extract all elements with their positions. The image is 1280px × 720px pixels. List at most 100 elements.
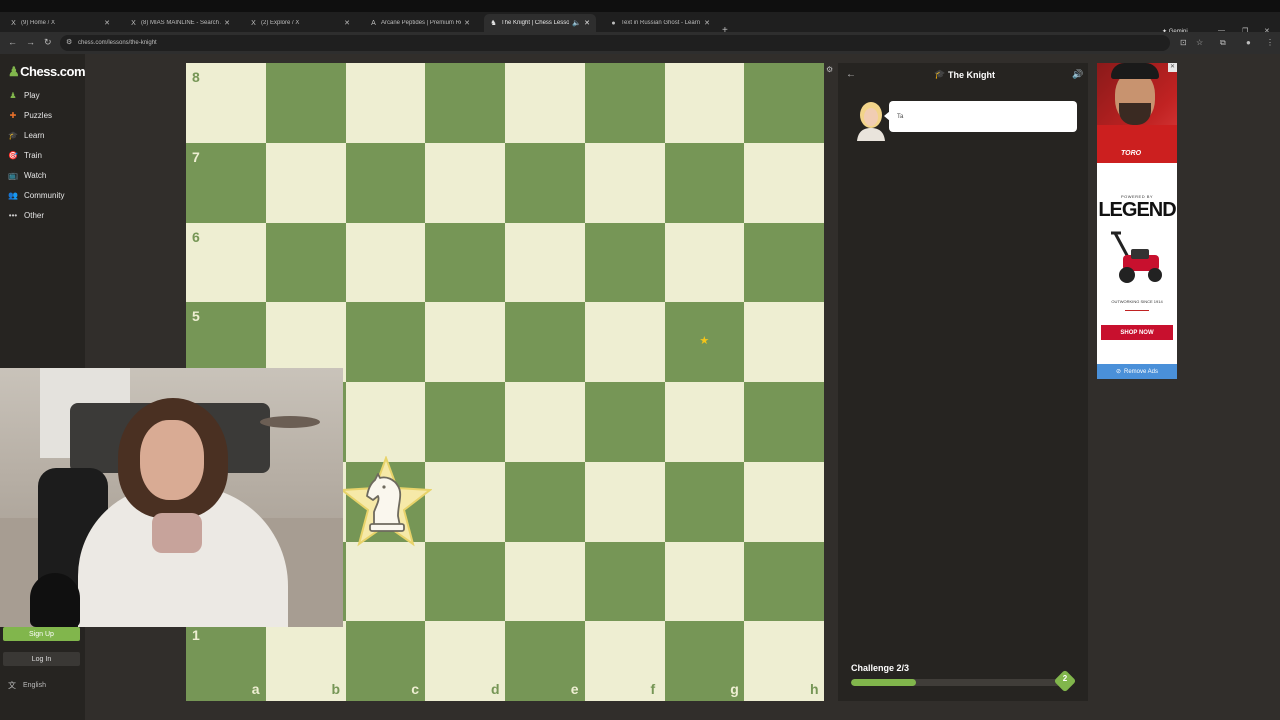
log-in-button[interactable]: Log In <box>3 652 80 666</box>
advertisement[interactable]: TORO POWERED BY LEGEND OUTWORKING SINCE … <box>1097 63 1177 379</box>
language-selector[interactable]: 文 English <box>8 680 46 691</box>
ad-photo-cap <box>1111 63 1159 79</box>
board-square-f3[interactable] <box>584 461 665 542</box>
board-square-h5[interactable] <box>744 302 824 382</box>
back-icon[interactable]: ← <box>8 37 17 47</box>
sidebar-item-train[interactable]: 🎯 Train <box>8 148 42 162</box>
board-square-e6[interactable] <box>505 222 585 303</box>
board-square-h4[interactable] <box>744 382 824 462</box>
pawn-logo-icon: ♟ <box>8 64 20 79</box>
sign-up-button[interactable]: Sign Up <box>3 627 80 641</box>
browser-tab[interactable]: ♞ The Knight | Chess Lessons 🔈 ✕ <box>484 14 596 32</box>
tab-close-icon[interactable]: ✕ <box>224 19 230 27</box>
board-square-f4[interactable] <box>584 382 665 462</box>
board-settings-icon[interactable]: ⚙ <box>826 65 833 74</box>
board-square-g3[interactable] <box>664 461 745 542</box>
board-square-c4[interactable] <box>345 382 426 462</box>
tab-close-icon[interactable]: ✕ <box>104 19 110 27</box>
board-square-e8[interactable] <box>505 63 585 143</box>
gem-count: 2 <box>1062 674 1068 683</box>
board-square-g8[interactable] <box>664 63 745 143</box>
knight-piece[interactable] <box>340 456 432 548</box>
browser-tab[interactable]: X (8) MIAS MAINLINE - Search / X ✕ <box>124 14 236 32</box>
board-square-h8[interactable] <box>744 63 824 143</box>
board-square-e2[interactable] <box>505 541 585 622</box>
train-icon: 🎯 <box>8 150 18 160</box>
sound-icon[interactable]: 🔊 <box>1072 69 1083 80</box>
webcam-table <box>260 416 320 428</box>
sidebar-item-learn[interactable]: 🎓 Learn <box>8 128 44 142</box>
board-square-d3[interactable] <box>425 461 505 542</box>
tab-close-icon[interactable]: ✕ <box>584 19 590 27</box>
board-square-g6[interactable] <box>664 222 745 303</box>
extensions-icon[interactable]: ⧉ <box>1220 38 1226 48</box>
sidebar-item-play[interactable]: ♟ Play <box>8 88 39 102</box>
board-square-h2[interactable] <box>744 541 824 622</box>
board-square-b6[interactable] <box>265 222 346 303</box>
board-square-d5[interactable] <box>425 302 505 382</box>
reload-icon[interactable]: ↻ <box>44 37 52 48</box>
board-square-f6[interactable] <box>584 222 665 303</box>
sidebar-item-community[interactable]: 👥 Community <box>8 188 64 202</box>
sidebar-item-watch[interactable]: 📺 Watch <box>8 168 46 182</box>
ad-close-icon[interactable]: ✕ <box>1168 63 1177 72</box>
tab-close-icon[interactable]: ✕ <box>464 19 470 27</box>
bookmark-star-icon[interactable]: ☆ <box>1196 38 1203 47</box>
board-square-d7[interactable] <box>425 142 505 223</box>
sidebar-item-label: Community <box>24 190 65 200</box>
board-square-h7[interactable] <box>744 142 824 223</box>
ad-headline: LEGEND <box>1098 199 1176 221</box>
chesscom-logo[interactable]: ♟Chess.com <box>8 64 86 80</box>
board-square-f5[interactable] <box>584 302 665 382</box>
tab-label: Text in Russian Ghost - Learn ... <box>621 20 702 26</box>
language-icon: 文 <box>8 681 16 690</box>
tab-close-icon[interactable]: ✕ <box>344 19 350 27</box>
target-star-icon[interactable]: ★ <box>699 334 709 347</box>
board-square-d2[interactable] <box>425 541 505 622</box>
install-app-icon[interactable]: ⊡ <box>1180 38 1187 47</box>
tab-favicon-icon: X <box>11 19 16 27</box>
board-square-c2[interactable] <box>345 541 426 622</box>
tab-close-icon[interactable]: ✕ <box>704 19 710 27</box>
forward-icon[interactable]: → <box>26 37 35 47</box>
board-square-c8[interactable] <box>345 63 426 143</box>
ad-photo-shirt <box>1097 125 1177 163</box>
address-bar[interactable]: ⚙ chess.com/lessons/the-knight <box>60 35 1170 51</box>
board-square-h3[interactable] <box>744 461 824 542</box>
board-square-e3[interactable] <box>505 461 585 542</box>
board-square-c5[interactable] <box>345 302 426 382</box>
board-square-f8[interactable] <box>584 63 665 143</box>
tab-audio-icon[interactable]: 🔈 <box>572 19 581 27</box>
board-square-f7[interactable] <box>584 142 665 223</box>
board-square-d4[interactable] <box>425 382 505 462</box>
remove-ads-button[interactable]: ⊘ Remove Ads <box>1097 364 1177 379</box>
board-square-d8[interactable] <box>425 63 505 143</box>
site-info-icon[interactable]: ⚙ <box>66 35 72 51</box>
profile-avatar[interactable]: ● <box>1246 38 1251 47</box>
board-square-e7[interactable] <box>505 142 585 223</box>
sidebar-item-other[interactable]: ••• Other <box>8 208 44 222</box>
tab-favicon-icon: X <box>251 19 256 27</box>
board-square-g4[interactable] <box>664 382 745 462</box>
board-square-g2[interactable] <box>664 541 745 622</box>
back-arrow-icon[interactable]: ← <box>846 69 856 80</box>
board-square-b8[interactable] <box>265 63 346 143</box>
browser-tab[interactable]: A Arcane Peptides | Premium Re... ✕ <box>364 14 476 32</box>
board-square-d6[interactable] <box>425 222 505 303</box>
board-square-e5[interactable] <box>505 302 585 382</box>
webcam-person-shirt <box>152 513 202 553</box>
browser-tab[interactable]: ● Text in Russian Ghost - Learn ... ✕ <box>604 14 716 32</box>
board-square-f2[interactable] <box>584 541 665 622</box>
tab-label: (2) Explore / X <box>261 20 300 26</box>
board-square-c7[interactable] <box>345 142 426 223</box>
board-square-g7[interactable] <box>664 142 745 223</box>
browser-menu-icon[interactable]: ⋮ <box>1266 38 1274 47</box>
board-square-b7[interactable] <box>265 142 346 223</box>
browser-tab[interactable]: X (2) Explore / X ✕ <box>244 14 356 32</box>
browser-tab[interactable]: X (9) Home / X ✕ <box>4 14 116 32</box>
shop-now-button[interactable]: SHOP NOW <box>1101 325 1173 340</box>
board-square-e4[interactable] <box>505 382 585 462</box>
board-square-h6[interactable] <box>744 222 824 303</box>
board-square-c6[interactable] <box>345 222 426 303</box>
sidebar-item-puzzles[interactable]: ✚ Puzzles <box>8 108 52 122</box>
